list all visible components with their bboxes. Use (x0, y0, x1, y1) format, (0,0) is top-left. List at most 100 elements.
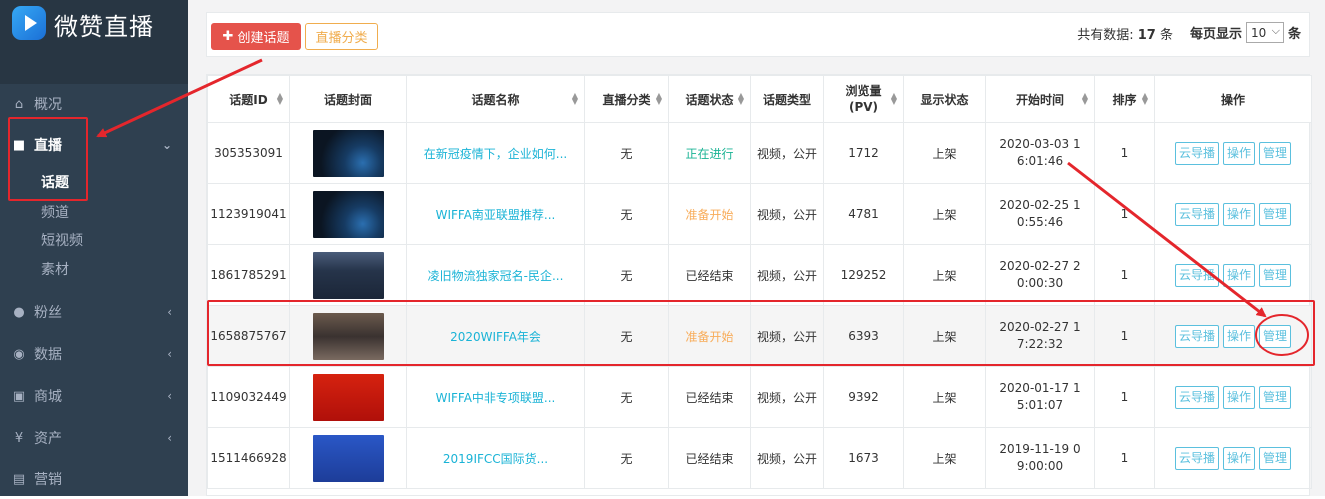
header-label: 话题名称 (471, 92, 520, 107)
operate-button[interactable]: 操作 (1222, 141, 1255, 165)
manage-button[interactable]: 管理 (1259, 446, 1292, 470)
topic-table-container: 话题ID ▲ ▼ 话题封面 话题名称 ▲ ▼ 直播分类 ▲ ▼ 话题状态 ▲ ▼ 话题类型 浏览… (206, 74, 1312, 496)
cell-pv: 1673 (823, 427, 904, 489)
cell-category: 无 (584, 244, 669, 306)
cell-type: 视频，公开 (750, 244, 824, 306)
header-label: 话题状态 (685, 92, 734, 107)
cover-thumbnail[interactable] (312, 373, 384, 421)
cloud-director-button[interactable]: 云导播 (1174, 202, 1219, 226)
header-display-status: 显示状态 (903, 75, 986, 123)
sidebar-item-overview[interactable]: ⌂ 概况 (0, 84, 188, 124)
plus-icon: ✚ (222, 29, 234, 44)
sidebar-item-label: 粉丝 (34, 305, 62, 321)
cell-cover (289, 183, 407, 245)
live-category-button[interactable]: 直播分类 (305, 23, 378, 50)
cloud-director-button[interactable]: 云导播 (1174, 446, 1219, 470)
topic-name-link[interactable]: 在新冠疫情下，企业如何... (424, 147, 567, 161)
header-pv[interactable]: 浏览量 (PV) ▲ ▼ (823, 75, 904, 123)
cover-thumbnail[interactable] (312, 434, 384, 482)
cell-status: 已经结束 (668, 366, 751, 428)
cell-actions: 云导播 操作 管理 (1154, 183, 1312, 245)
sidebar-item-label: 资产 (34, 431, 62, 447)
header-topic-name[interactable]: 话题名称 ▲ ▼ (406, 75, 585, 123)
sidebar-item-data[interactable]: ◉ 数据 ‹ (0, 334, 188, 374)
cell-actions: 云导播 操作 管理 (1154, 366, 1312, 428)
table-body: 305353091 在新冠疫情下，企业如何... 无正在进行 视频，公开 1712 上架 2… (207, 122, 1312, 489)
cell-actions: 云导播 操作 管理 (1154, 244, 1312, 306)
table-row: 1123919041 WIFFA南亚联盟推荐... 无准备开始 视频，公开 4781 上架… (207, 183, 1312, 245)
cell-display-status: 上架 (903, 183, 986, 245)
sidebar-sub-topic[interactable]: 话题 (41, 172, 69, 192)
header-category[interactable]: 直播分类 ▲ ▼ (584, 75, 669, 123)
sidebar-item-marketing[interactable]: ▤ 营销 (0, 459, 188, 499)
manage-button[interactable]: 管理 (1259, 263, 1292, 287)
chevron-left-icon: ‹ (167, 305, 172, 319)
header-sort[interactable]: 排序 ▲ ▼ (1094, 75, 1155, 123)
operate-button[interactable]: 操作 (1222, 263, 1255, 287)
sidebar-sub-channel[interactable]: 频道 (41, 202, 69, 222)
manage-button[interactable]: 管理 (1259, 385, 1292, 409)
cloud-director-button[interactable]: 云导播 (1174, 141, 1219, 165)
manage-button[interactable]: 管理 (1259, 202, 1292, 226)
cell-topic-name: 2019IFCC国际货... (406, 427, 585, 489)
cell-pv: 9392 (823, 366, 904, 428)
operate-button[interactable]: 操作 (1222, 324, 1255, 348)
header-status[interactable]: 话题状态 ▲ ▼ (668, 75, 751, 123)
cover-thumbnail[interactable] (312, 190, 384, 238)
cell-cover (289, 366, 407, 428)
sidebar-item-shop[interactable]: ▣ 商城 ‹ (0, 376, 188, 416)
cell-cover (289, 122, 407, 184)
sort-icon: ▲ ▼ (655, 91, 662, 106)
sidebar: 微赞直播 ⌂ 概况 ■ 直播 ⌄ 话题 频道 短视频 素材 ● 粉丝 ‹ ◉ 数… (0, 0, 188, 496)
topic-name-link[interactable]: WIFFA南亚联盟推荐... (436, 208, 556, 222)
header-topic-id[interactable]: 话题ID ▲ ▼ (207, 75, 290, 123)
operate-button[interactable]: 操作 (1222, 202, 1255, 226)
cover-thumbnail[interactable] (312, 312, 384, 360)
sidebar-sub-short-video[interactable]: 短视频 (41, 230, 83, 250)
cover-thumbnail[interactable] (312, 129, 384, 177)
cloud-director-button[interactable]: 云导播 (1174, 385, 1219, 409)
topic-name-link[interactable]: WIFFA中非专项联盟... (436, 391, 556, 405)
create-topic-button[interactable]: ✚ 创建话题 (211, 23, 301, 50)
sidebar-item-assets[interactable]: ¥ 资产 ‹ (0, 418, 188, 458)
per-page-label: 每页显示 (1189, 27, 1242, 42)
operate-button[interactable]: 操作 (1222, 385, 1255, 409)
cell-category: 无 (584, 366, 669, 428)
cell-display-status: 上架 (903, 122, 986, 184)
operate-button[interactable]: 操作 (1222, 446, 1255, 470)
cell-cover (289, 244, 407, 306)
main-content: ✚ 创建话题 直播分类 共有数据: 17 条 每页显示 10 条 话题ID▲▼ … (188, 0, 1325, 496)
topic-name-link[interactable]: 凌旧物流独家冠名-民企... (428, 269, 564, 283)
header-label: 直播分类 (602, 92, 651, 107)
video-camera-icon: ■ (12, 137, 26, 153)
header-type: 话题类型 (750, 75, 824, 123)
sidebar-item-label: 商城 (34, 389, 62, 405)
cell-start-time: 2020-02-27 17:22:32 (985, 305, 1095, 367)
topic-name-link[interactable]: 2019IFCC国际货... (443, 452, 548, 466)
cloud-director-button[interactable]: 云导播 (1174, 263, 1219, 287)
cell-display-status: 上架 (903, 244, 986, 306)
per-page-select[interactable]: 10 (1245, 22, 1284, 43)
sidebar-item-fans[interactable]: ● 粉丝 ‹ (0, 292, 188, 332)
topic-name-link[interactable]: 2020WIFFA年会 (450, 330, 541, 344)
create-topic-label: 创建话题 (237, 31, 290, 46)
cell-status: 正在进行 (668, 122, 751, 184)
header-label: 话题ID (229, 92, 268, 107)
manage-button[interactable]: 管理 (1259, 324, 1292, 348)
cell-start-time: 2019-11-19 09:00:00 (985, 427, 1095, 489)
cell-actions: 云导播 操作 管理 (1154, 305, 1312, 367)
yen-icon: ¥ (14, 430, 24, 446)
total-number: 17 (1137, 28, 1156, 43)
total-prefix: 共有数据: (1077, 28, 1134, 43)
table-row: 305353091 在新冠疫情下，企业如何... 无正在进行 视频，公开 1712 上架 2… (207, 122, 1312, 184)
per-page-control: 每页显示 10 条 (1190, 22, 1301, 43)
sidebar-item-live[interactable]: ■ 直播 ⌄ (0, 125, 188, 165)
cell-category: 无 (584, 427, 669, 489)
header-start-time[interactable]: 开始时间 ▲ ▼ (985, 75, 1095, 123)
cell-topic-id: 1109032449 (207, 366, 290, 428)
cloud-director-button[interactable]: 云导播 (1174, 324, 1219, 348)
home-icon: ⌂ (14, 96, 24, 112)
manage-button[interactable]: 管理 (1259, 141, 1292, 165)
sidebar-sub-material[interactable]: 素材 (41, 259, 69, 279)
cover-thumbnail[interactable] (312, 251, 384, 299)
